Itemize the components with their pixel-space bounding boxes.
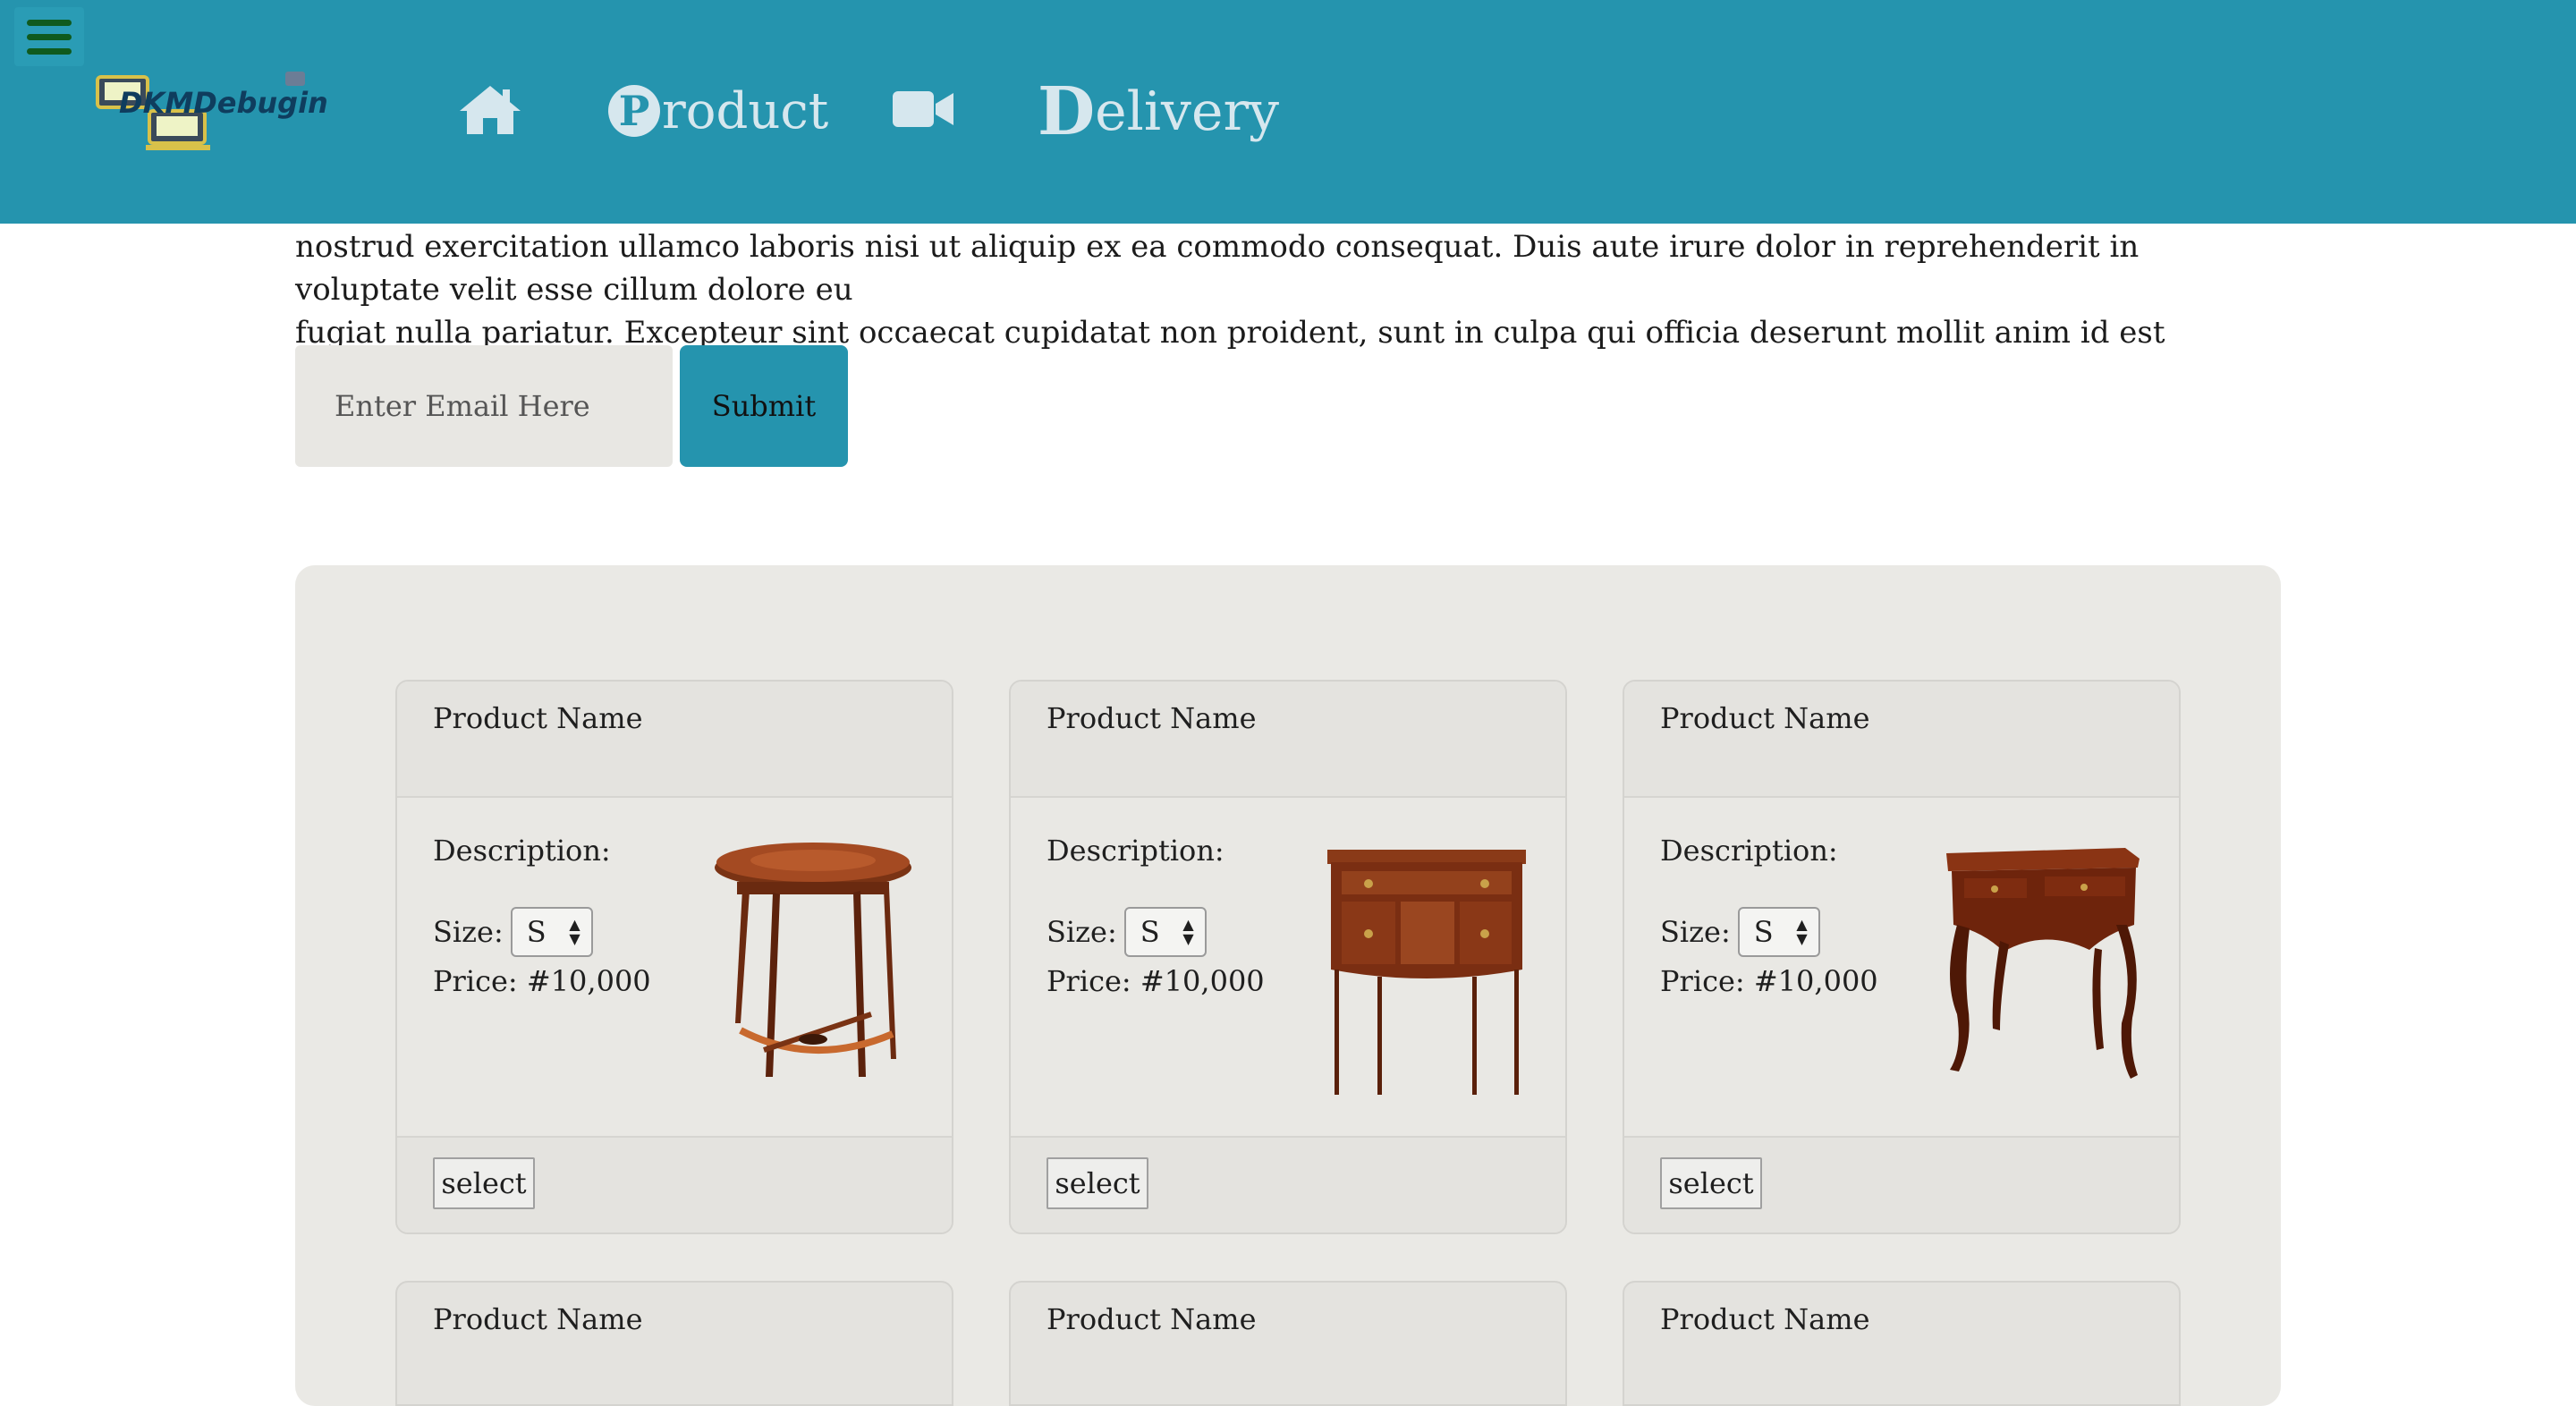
video-camera-icon[interactable]	[891, 88, 955, 131]
product-card-header: Product Name	[1623, 1281, 2181, 1406]
size-value: S	[1753, 915, 1774, 949]
size-value: S	[1140, 915, 1160, 949]
select-arrows-icon: ▲ ▼	[1796, 916, 1808, 947]
submit-button[interactable]: Submit	[680, 345, 848, 467]
nav-product-link[interactable]: P roduct	[608, 75, 828, 147]
top-nav-bar: DKMDebugin P roduct D elivery	[0, 0, 2576, 224]
size-row: Size: S ▲ ▼	[1660, 907, 1820, 957]
product-card-footer: select	[1624, 1138, 2179, 1232]
select-button[interactable]: select	[1660, 1157, 1762, 1209]
product-name: Product Name	[1624, 682, 2179, 798]
size-value: S	[526, 915, 547, 949]
product-price: Price: #10,000	[433, 964, 651, 998]
product-initial-badge: P	[608, 85, 660, 137]
round-side-table-image	[715, 843, 911, 1077]
nav-delivery-link[interactable]: D elivery	[1038, 72, 1279, 152]
svg-text:DKMDebugin: DKMDebugin	[119, 86, 328, 120]
dkm-debugin-logo[interactable]: DKMDebugin	[94, 70, 362, 159]
lowboy-table-image	[1946, 848, 2140, 1079]
email-input[interactable]	[295, 345, 673, 467]
product-card: Product Name Description: Size: S ▲ ▼ Pri…	[1623, 680, 2181, 1234]
product-description-label: Description:	[1046, 834, 1224, 868]
product-description-label: Description:	[433, 834, 611, 868]
size-row: Size: S ▲ ▼	[433, 907, 593, 957]
size-label: Size:	[433, 915, 504, 949]
product-card-header: Product Name	[395, 1281, 953, 1406]
product-card-footer: select	[397, 1138, 952, 1232]
nav-product-label: roduct	[662, 81, 829, 140]
product-description-label: Description:	[1660, 834, 1838, 868]
product-card-body: Description: Size: S ▲ ▼ Price: #10,000	[397, 798, 952, 1138]
intro-line-1: nostrud exercitation ullamco laboris nis…	[295, 229, 2140, 308]
product-price: Price: #10,000	[1046, 964, 1265, 998]
size-select[interactable]: S ▲ ▼	[1737, 907, 1820, 957]
select-button[interactable]: select	[433, 1157, 535, 1209]
size-select[interactable]: S ▲ ▼	[1123, 907, 1207, 957]
product-name: Product Name	[397, 682, 952, 798]
select-arrows-icon: ▲ ▼	[1182, 916, 1194, 947]
sideboard-cabinet-image	[1327, 850, 1526, 1095]
product-card-body: Description: Size: S ▲ ▼ Price: #10,000	[1011, 798, 1565, 1138]
nav-delivery-label: elivery	[1095, 80, 1280, 143]
products-panel: Product Name Description: Size: S ▲ ▼ Pri…	[295, 565, 2281, 1406]
delivery-initial: D	[1038, 73, 1096, 150]
product-card-header: Product Name	[1009, 1281, 1567, 1406]
size-row: Size: S ▲ ▼	[1046, 907, 1207, 957]
home-icon[interactable]	[458, 82, 522, 136]
product-card-body: Description: Size: S ▲ ▼ Price: #10,000	[1624, 798, 2179, 1138]
product-card: Product Name Description: Size: S ▲ ▼ Pri…	[395, 680, 953, 1234]
hamburger-menu-icon[interactable]	[14, 7, 84, 66]
product-card: Product Name Description: Size: S ▲ ▼ Pri…	[1009, 680, 1567, 1234]
select-button[interactable]: select	[1046, 1157, 1148, 1209]
size-label: Size:	[1660, 915, 1731, 949]
size-label: Size:	[1046, 915, 1117, 949]
product-price: Price: #10,000	[1660, 964, 1878, 998]
product-card-footer: select	[1011, 1138, 1565, 1232]
size-select[interactable]: S ▲ ▼	[510, 907, 593, 957]
product-name: Product Name	[1011, 682, 1565, 798]
select-arrows-icon: ▲ ▼	[569, 916, 580, 947]
